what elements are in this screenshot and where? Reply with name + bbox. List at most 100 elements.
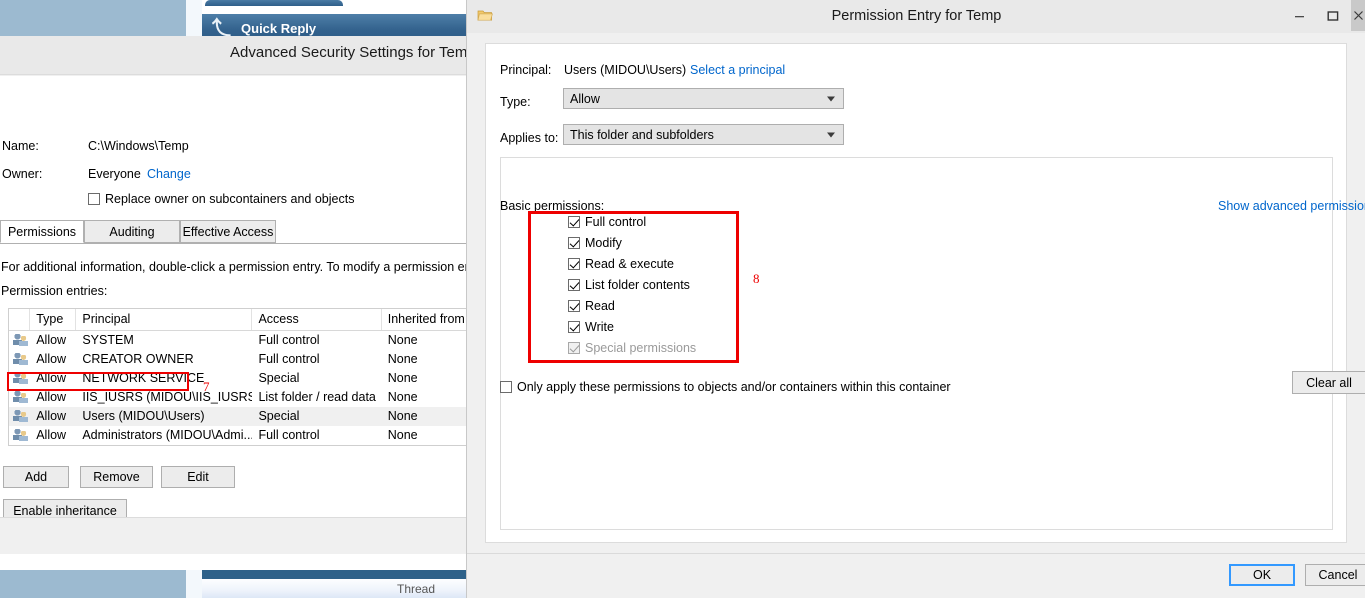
special-permissions-label: Special permissions — [585, 341, 696, 355]
row-inherited: None — [382, 369, 466, 388]
only-apply-checkbox-box[interactable] — [500, 381, 512, 393]
clear-all-label: Clear all — [1306, 376, 1352, 390]
add-button-label: Add — [25, 470, 47, 484]
add-button[interactable]: Add — [3, 466, 69, 488]
remove-button[interactable]: Remove — [80, 466, 153, 488]
modify-checkbox[interactable] — [568, 237, 580, 249]
minimize-button[interactable] — [1283, 0, 1315, 31]
row-type: Allow — [30, 426, 76, 445]
column-header-principal[interactable]: Principal — [76, 309, 252, 330]
read-execute-label: Read & execute — [585, 257, 674, 271]
clear-all-button[interactable]: Clear all — [1292, 371, 1365, 394]
read-execute-checkbox[interactable] — [568, 258, 580, 270]
background-tab-stub — [205, 0, 343, 6]
permission-entry-dialog: Permission Entry for Temp Principal: Use… — [466, 0, 1365, 598]
permission-write[interactable]: Write — [568, 320, 614, 334]
enable-inheritance-label: Enable inheritance — [13, 504, 117, 518]
tab-auditing[interactable]: Auditing — [84, 220, 180, 243]
tab-effective-access[interactable]: Effective Access — [180, 220, 276, 243]
footer-divider — [467, 553, 1365, 554]
principal-label: Principal: — [500, 63, 551, 77]
chevron-down-icon — [827, 132, 835, 137]
maximize-button[interactable] — [1317, 0, 1349, 31]
users-icon — [13, 409, 28, 422]
chevron-down-icon — [827, 96, 835, 101]
basic-permissions-label: Basic permissions: — [500, 199, 604, 213]
permission-entries-table[interactable]: Type Principal Access Inherited from All… — [8, 308, 466, 446]
tab-permissions[interactable]: Permissions — [0, 220, 84, 243]
only-apply-checkbox[interactable]: Only apply these permissions to objects … — [500, 380, 951, 394]
name-label: Name: — [2, 139, 39, 153]
applies-to-dropdown[interactable]: This folder and subfolders — [563, 124, 844, 145]
users-icon — [13, 428, 28, 441]
select-a-principal-link[interactable]: Select a principal — [690, 63, 785, 77]
row-principal: SYSTEM — [76, 331, 252, 350]
modify-label: Modify — [585, 236, 622, 250]
list-folder-contents-checkbox[interactable] — [568, 279, 580, 291]
row-inherited: None — [382, 426, 466, 445]
cancel-button[interactable]: Cancel — [1305, 564, 1365, 586]
tab-permissions-label: Permissions — [8, 225, 76, 239]
edit-button[interactable]: Edit — [161, 466, 235, 488]
row-user-icon-cell — [9, 426, 30, 445]
row-user-icon-cell — [9, 407, 30, 426]
maximize-icon — [1327, 10, 1339, 22]
table-row[interactable]: Allow SYSTEM Full control None — [9, 331, 466, 350]
ok-button[interactable]: OK — [1229, 564, 1295, 586]
table-row-users-selected[interactable]: Allow Users (MIDOU\Users) Special None — [9, 407, 466, 426]
cancel-button-label: Cancel — [1319, 568, 1358, 582]
background-blue-panel-bottom — [0, 570, 186, 598]
table-row[interactable]: Allow CREATOR OWNER Full control None — [9, 350, 466, 369]
row-type: Allow — [30, 407, 76, 426]
quick-reply-label: Quick Reply — [241, 21, 316, 36]
row-access: Full control — [252, 331, 381, 350]
read-checkbox[interactable] — [568, 300, 580, 312]
permission-modify[interactable]: Modify — [568, 236, 622, 250]
advanced-security-tabstrip: Permissions Auditing Effective Access — [0, 220, 466, 244]
replace-owner-checkbox[interactable]: Replace owner on subcontainers and objec… — [88, 192, 354, 206]
close-button[interactable] — [1351, 0, 1365, 31]
column-header-inherited-from[interactable]: Inherited from — [382, 309, 466, 330]
column-header-type[interactable]: Type — [30, 309, 76, 330]
advanced-security-title: Advanced Security Settings for Temp — [0, 44, 466, 61]
row-user-icon-cell — [9, 369, 30, 388]
applies-to-dropdown-value: This folder and subfolders — [570, 128, 714, 142]
write-checkbox[interactable] — [568, 321, 580, 333]
minimize-icon — [1294, 10, 1305, 21]
edit-button-label: Edit — [187, 470, 209, 484]
replace-owner-checkbox-box[interactable] — [88, 193, 100, 205]
row-inherited: None — [382, 331, 466, 350]
thread-label: Thread — [397, 582, 435, 596]
row-access: Full control — [252, 426, 381, 445]
permission-full-control[interactable]: Full control — [568, 215, 646, 229]
permission-list-folder-contents[interactable]: List folder contents — [568, 278, 690, 292]
permission-read[interactable]: Read — [568, 299, 615, 313]
type-dropdown[interactable]: Allow — [563, 88, 844, 109]
users-icon — [13, 371, 28, 384]
column-header-access[interactable]: Access — [252, 309, 381, 330]
type-dropdown-value: Allow — [570, 92, 600, 106]
row-user-icon-cell — [9, 350, 30, 369]
annotation-number-8: 8 — [753, 271, 760, 287]
owner-change-link[interactable]: Change — [147, 167, 191, 181]
remove-button-label: Remove — [93, 470, 140, 484]
background-light-strip-bottom — [186, 570, 202, 598]
full-control-label: Full control — [585, 215, 646, 229]
table-row[interactable]: Allow NETWORK SERVICE Special None — [9, 369, 466, 388]
row-principal: NETWORK SERVICE — [76, 369, 252, 388]
table-row[interactable]: Allow IIS_IUSRS (MIDOU\IIS_IUSRS) List f… — [9, 388, 466, 407]
tab-auditing-label: Auditing — [109, 225, 154, 239]
permission-entries-label: Permission entries: — [1, 284, 107, 298]
row-principal: Users (MIDOU\Users) — [76, 407, 252, 426]
row-type: Allow — [30, 369, 76, 388]
table-row[interactable]: Allow Administrators (MIDOU\Admi... Full… — [9, 426, 466, 445]
permission-special-permissions: Special permissions — [568, 341, 696, 355]
permission-read-execute[interactable]: Read & execute — [568, 257, 674, 271]
full-control-checkbox[interactable] — [568, 216, 580, 228]
users-icon — [13, 390, 28, 403]
show-advanced-permissions-link[interactable]: Show advanced permissions — [1218, 199, 1365, 213]
advanced-security-footer — [0, 517, 466, 554]
row-principal: IIS_IUSRS (MIDOU\IIS_IUSRS) — [76, 388, 252, 407]
background-blue-panel-top — [0, 0, 186, 37]
permission-entry-title: Permission Entry for Temp — [467, 8, 1365, 24]
